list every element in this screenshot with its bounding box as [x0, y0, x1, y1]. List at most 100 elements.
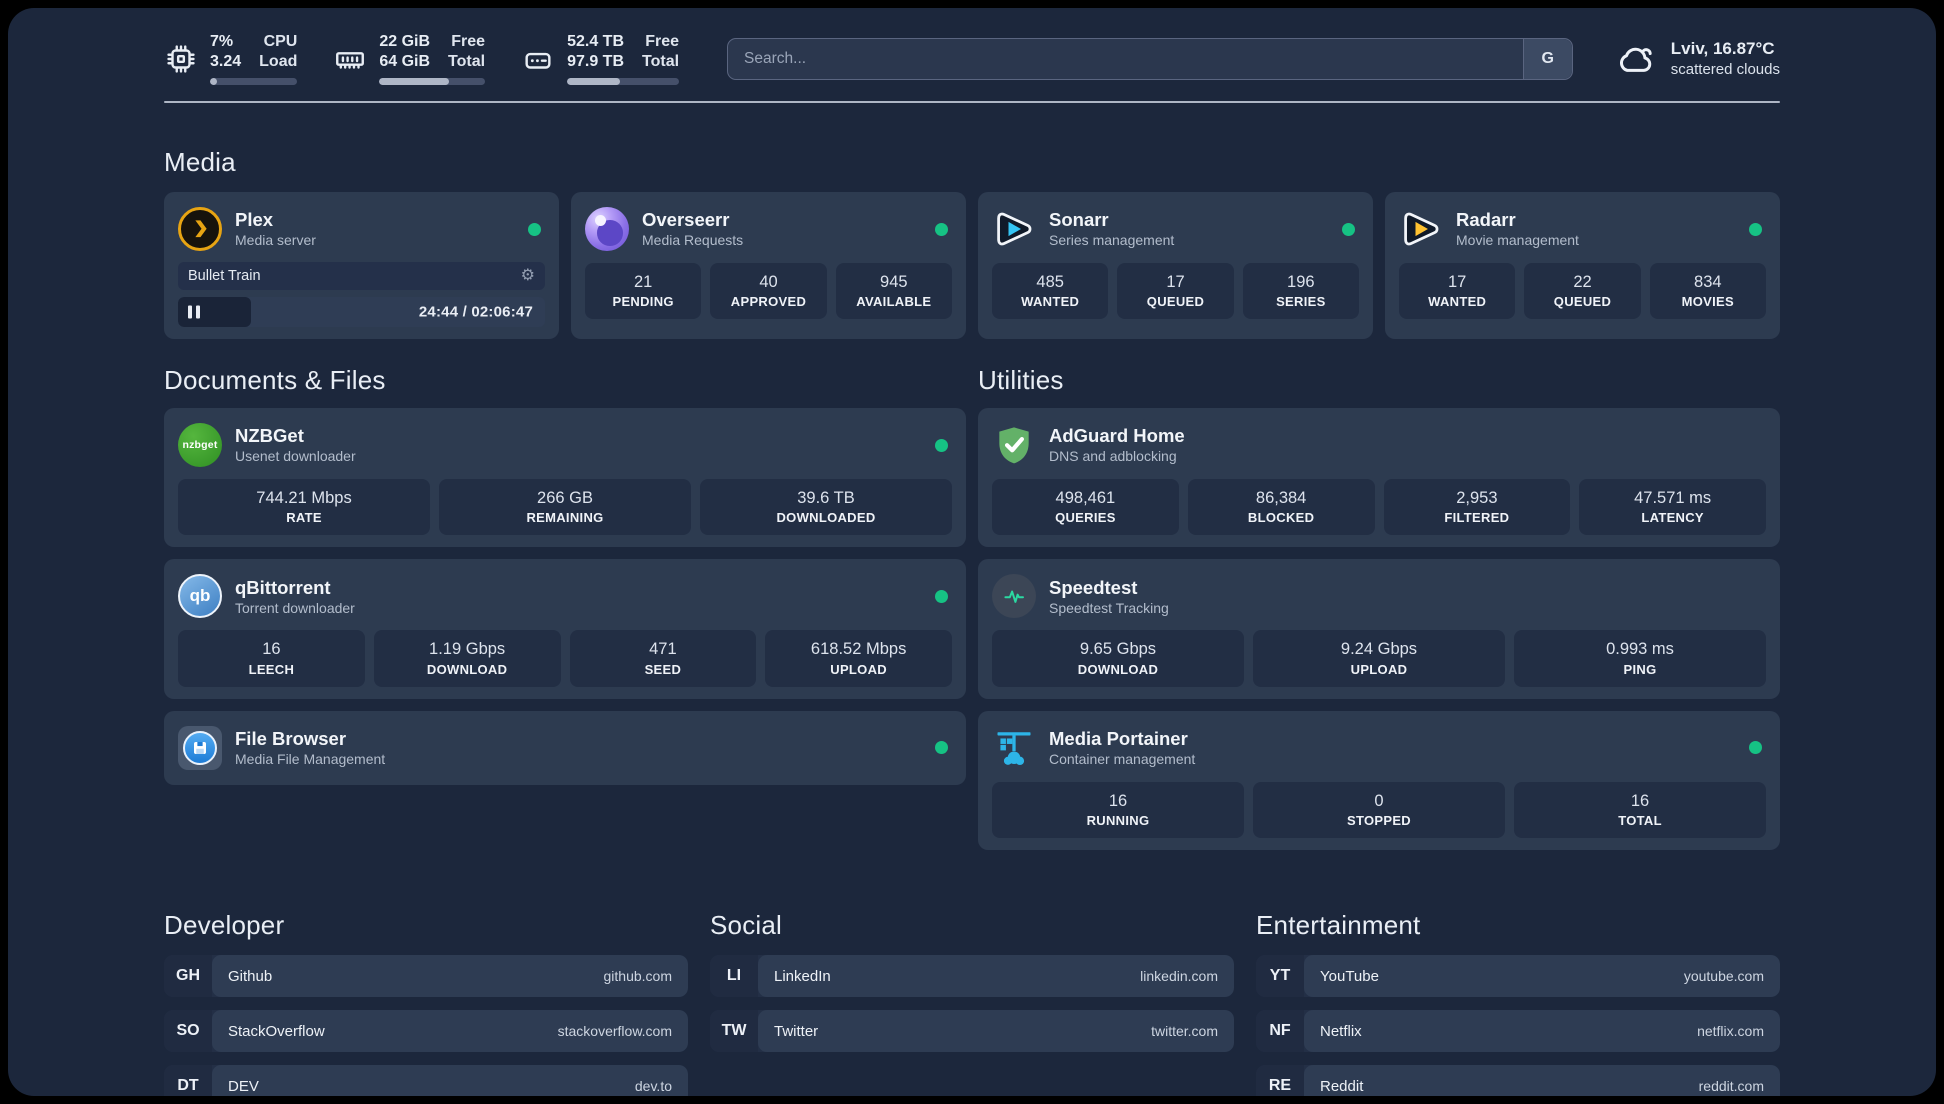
- stat-ping: 0.993 ms PING: [1514, 630, 1766, 687]
- cpu-label-2: Load: [259, 53, 298, 70]
- storage-label-2: Total: [642, 53, 680, 70]
- ram-icon: [333, 42, 367, 76]
- link-pill: Netflix netflix.com: [1304, 1010, 1780, 1053]
- memory-free: 22 GiB: [379, 33, 431, 50]
- link-reddit[interactable]: RE Reddit reddit.com: [1256, 1065, 1780, 1096]
- status-dot: [1749, 741, 1762, 755]
- stat-approved: 40 APPROVED: [710, 263, 827, 320]
- card-nzbget[interactable]: nzbget NZBGet Usenet downloader 744.21 M…: [164, 408, 966, 548]
- stat-seed: 471 SEED: [569, 630, 757, 687]
- stat-queued: 17 QUEUED: [1117, 263, 1234, 320]
- card-overseerr[interactable]: Overseerr Media Requests 21 PENDING 40 A…: [571, 192, 966, 339]
- link-abbr: DT: [164, 1065, 212, 1096]
- link-pill: LinkedIn linkedin.com: [758, 955, 1234, 998]
- link-twitter[interactable]: TW Twitter twitter.com: [710, 1010, 1234, 1053]
- stat-available: 945 AVAILABLE: [835, 263, 952, 320]
- cpu-stat: 7% 3.24 CPU Load: [164, 32, 298, 85]
- app-desc: Torrent downloader: [235, 599, 355, 616]
- search-input[interactable]: [727, 37, 1573, 80]
- app-name: NZBGet: [235, 425, 304, 447]
- plex-progress-bar: 24:44 / 02:06:47: [178, 297, 545, 327]
- status-dot: [935, 589, 948, 603]
- search-engine-button[interactable]: G: [1522, 38, 1572, 79]
- link-abbr: GH: [164, 955, 212, 998]
- link-netflix[interactable]: NF Netflix netflix.com: [1256, 1010, 1780, 1053]
- stat-leech: 16 LEECH: [178, 630, 365, 687]
- app-desc: Usenet downloader: [235, 448, 356, 465]
- memory-label-1: Free: [451, 33, 486, 50]
- link-linkedin[interactable]: LI LinkedIn linkedin.com: [710, 955, 1234, 998]
- app-desc: Movie management: [1456, 232, 1579, 249]
- memory-total: 64 GiB: [379, 53, 431, 70]
- cloud-icon: [1615, 38, 1657, 80]
- qbittorrent-icon: qb: [178, 574, 222, 619]
- link-abbr: LI: [710, 955, 758, 998]
- card-sonarr[interactable]: Sonarr Series management 485 WANTED 17 Q…: [978, 192, 1373, 339]
- app-desc: Media File Management: [235, 751, 386, 768]
- link-youtube[interactable]: YT YouTube youtube.com: [1256, 955, 1780, 998]
- status-dot: [1749, 222, 1762, 236]
- link-stackoverflow[interactable]: SO StackOverflow stackoverflow.com: [164, 1010, 688, 1053]
- utilities-section-title: Utilities: [978, 365, 1064, 395]
- link-abbr: YT: [1256, 955, 1304, 998]
- card-portainer[interactable]: Media Portainer Container management 16 …: [978, 710, 1780, 851]
- app-desc: Media Requests: [642, 232, 744, 249]
- stat-stopped: 0 STOPPED: [1253, 781, 1505, 839]
- stat-download: 1.19 Gbps DOWNLOAD: [373, 630, 561, 687]
- link-pill: Twitter twitter.com: [758, 1010, 1234, 1053]
- app-desc: DNS and adblocking: [1049, 448, 1177, 465]
- documents-section-title: Documents & Files: [164, 365, 386, 395]
- portainer-icon: [992, 726, 1036, 770]
- cpu-icon: [164, 42, 198, 76]
- app-name: File Browser: [235, 728, 347, 750]
- pause-icon[interactable]: [188, 305, 200, 319]
- developer-section-title: Developer: [164, 910, 285, 941]
- cpu-usage: 7%: [210, 33, 234, 50]
- plex-now-playing: Bullet Train ⚙: [178, 262, 545, 290]
- app-name: Radarr: [1456, 209, 1516, 231]
- link-dev[interactable]: DT DEV dev.to: [164, 1065, 688, 1096]
- card-adguard[interactable]: AdGuard Home DNS and adblocking 498,461 …: [978, 408, 1780, 548]
- stat-latency: 47.571 ms LATENCY: [1579, 479, 1766, 536]
- card-filebrowser[interactable]: File Browser Media File Management: [164, 710, 966, 785]
- disk-icon: [521, 42, 555, 76]
- app-name: Media Portainer: [1049, 728, 1188, 750]
- stat-filtered: 2,953 FILTERED: [1383, 479, 1571, 536]
- card-speedtest[interactable]: Speedtest Speedtest Tracking 9.65 Gbps D…: [978, 559, 1780, 699]
- app-name: Overseerr: [642, 209, 730, 231]
- link-abbr: TW: [710, 1010, 758, 1053]
- stat-total: 16 TOTAL: [1514, 781, 1766, 839]
- card-plex[interactable]: Plex Media server Bullet Train ⚙ 24:44 /…: [164, 192, 559, 339]
- dashboard-panel: 7% 3.24 CPU Load 22 GiB 64 GiB Free Tota…: [8, 8, 1936, 1096]
- app-name: AdGuard Home: [1049, 425, 1185, 447]
- stat-upload: 618.52 Mbps UPLOAD: [765, 630, 952, 687]
- stat-wanted: 485 WANTED: [992, 263, 1109, 320]
- card-radarr[interactable]: Radarr Movie management 17 WANTED 22 QUE…: [1385, 192, 1780, 339]
- app-desc: Media server: [235, 232, 316, 249]
- cpu-load-avg: 3.24: [210, 53, 242, 70]
- gear-icon[interactable]: ⚙: [521, 268, 535, 284]
- memory-progress-bar: [379, 78, 486, 85]
- speedtest-icon: [992, 574, 1036, 619]
- link-abbr: RE: [1256, 1065, 1304, 1096]
- link-abbr: SO: [164, 1010, 212, 1053]
- media-section-title: Media: [164, 147, 236, 177]
- memory-stat: 22 GiB 64 GiB Free Total: [333, 32, 486, 85]
- top-bar: 7% 3.24 CPU Load 22 GiB 64 GiB Free Tota…: [164, 8, 1780, 85]
- stat-queries: 498,461 QUERIES: [992, 479, 1179, 536]
- sonarr-icon: [992, 207, 1036, 251]
- stat-download: 9.65 Gbps DOWNLOAD: [992, 630, 1244, 687]
- filebrowser-icon: [178, 725, 222, 770]
- card-qbittorrent[interactable]: qb qBittorrent Torrent downloader 16 LEE…: [164, 559, 966, 699]
- storage-label-1: Free: [645, 33, 680, 50]
- stat-movies: 834 MOVIES: [1649, 263, 1766, 320]
- documents-column: Documents & Files nzbget NZBGet Usenet d…: [164, 339, 966, 797]
- app-name: Speedtest: [1049, 576, 1138, 598]
- system-stats: 7% 3.24 CPU Load 22 GiB 64 GiB Free Tota…: [164, 32, 680, 85]
- link-pill: YouTube youtube.com: [1304, 955, 1780, 998]
- link-pill: DEV dev.to: [212, 1065, 688, 1096]
- link-github[interactable]: GH Github github.com: [164, 955, 688, 998]
- stat-wanted: 17 WANTED: [1399, 263, 1516, 320]
- social-column: Social LI LinkedIn linkedin.com TW Twitt…: [710, 862, 1234, 1065]
- nzbget-icon: nzbget: [178, 423, 222, 467]
